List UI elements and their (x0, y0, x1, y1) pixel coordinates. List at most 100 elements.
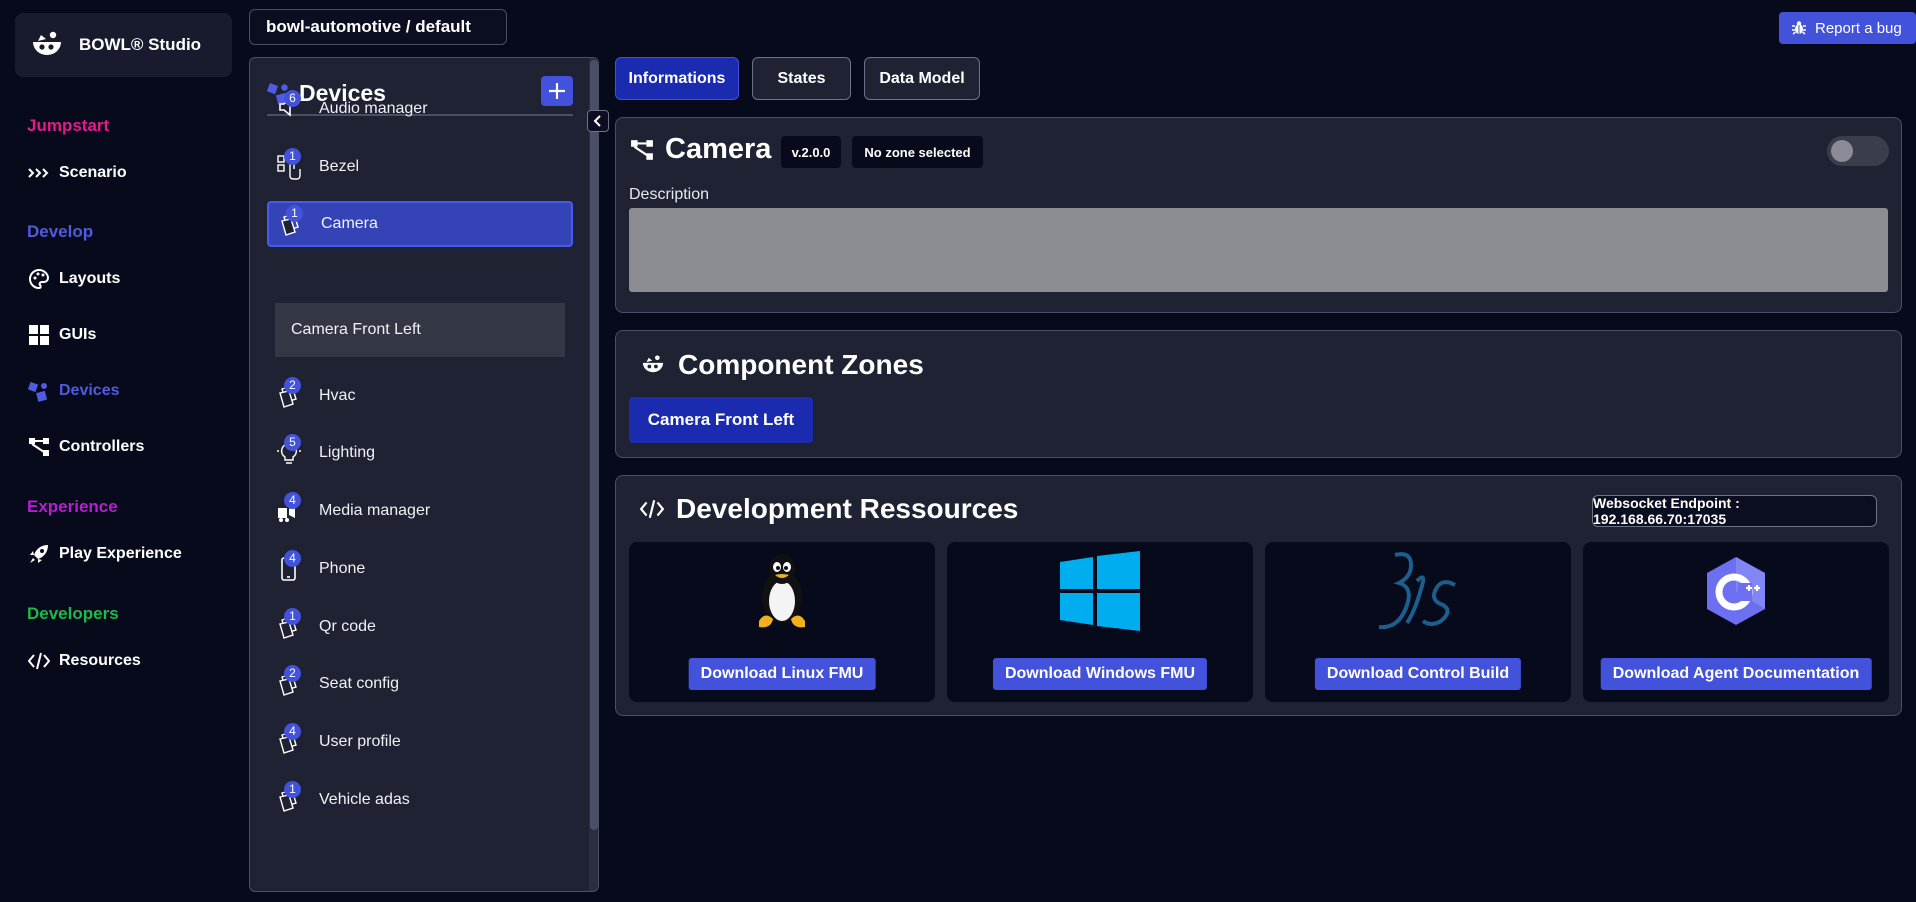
nav-item-play-experience[interactable]: Play Experience (27, 539, 182, 569)
toggle-knob (1831, 140, 1853, 162)
device-count-badge: 2 (284, 665, 301, 682)
description-field[interactable] (629, 208, 1888, 292)
nav-item-label: Layouts (59, 270, 121, 287)
device-item-camera[interactable]: 1 Camera (267, 201, 573, 247)
nav-section-developers: Developers (27, 604, 119, 623)
grid-layout-icon (27, 323, 51, 347)
development-resources-card: Development Ressources Websocket Endpoin… (615, 475, 1902, 716)
device-item-label: Qr code (319, 618, 376, 635)
nav-item-label: Play Experience (59, 545, 182, 562)
device-item-vehicle-adas[interactable]: 1 Vehicle adas (267, 777, 573, 823)
device-item-lighting[interactable]: 5 Lighting (267, 430, 573, 476)
nav-item-label: Controllers (59, 438, 145, 455)
zones-title: Component Zones (640, 349, 924, 381)
device-cards-icon: 1 (279, 205, 303, 237)
device-item-label: Bezel (319, 158, 360, 175)
resource-agent-documentation: Download Agent Documentation (1583, 542, 1889, 702)
devices-icon (27, 379, 51, 403)
device-item-bezel[interactable]: 1 Bezel (267, 144, 573, 190)
device-title: Camera (629, 133, 771, 166)
description-label: Description (629, 186, 710, 203)
device-count-badge: 4 (284, 550, 301, 567)
download-windows-fmu-button[interactable]: Download Windows FMU (992, 658, 1208, 690)
flow-nodes-icon (631, 139, 653, 160)
tab-informations[interactable]: Informations (615, 57, 739, 100)
device-count-badge: 1 (284, 781, 301, 798)
nav-item-label: Resources (59, 652, 141, 669)
device-item-label: Audio manager (319, 100, 428, 117)
download-control-build-button[interactable]: Download Control Build (1314, 658, 1522, 690)
download-agent-documentation-button[interactable]: Download Agent Documentation (1600, 658, 1872, 690)
device-item-hvac[interactable]: 2 Hvac (267, 373, 573, 419)
websocket-endpoint: Websocket Endpoint : 192.168.66.70:17035 (1592, 495, 1877, 527)
device-count-badge: 2 (284, 377, 301, 394)
nav-item-guis[interactable]: GUIs (27, 320, 96, 350)
device-item-phone[interactable]: 4 Phone (267, 546, 573, 592)
resources-title: Development Ressources (640, 493, 1018, 525)
device-item-qr-code[interactable]: 1 Qr code (267, 604, 573, 650)
rocket-icon (27, 542, 51, 566)
device-item-seat-config[interactable]: 2 Seat config (267, 661, 573, 707)
touch-panel-icon: 1 (277, 148, 301, 180)
project-selector[interactable]: bowl-automotive / default (249, 9, 507, 45)
nav-item-devices[interactable]: Devices (27, 376, 120, 406)
zone-camera-front-left-button[interactable]: Camera Front Left (629, 397, 813, 443)
nav-item-scenario[interactable]: Scenario (27, 158, 127, 188)
tab-states[interactable]: States (752, 57, 851, 100)
device-item-media-manager[interactable]: 4 Media manager (267, 488, 573, 534)
device-enable-toggle[interactable] (1827, 136, 1889, 166)
collapse-panel-button[interactable] (587, 110, 609, 132)
speaker-icon: 6 (277, 90, 301, 122)
resource-control-build: Download Control Build (1265, 542, 1571, 702)
device-item-label: Hvac (319, 387, 356, 404)
zone-status-badge: No zone selected (852, 136, 983, 168)
nav-item-layouts[interactable]: Layouts (27, 264, 120, 294)
device-item-label: Vehicle adas (319, 791, 410, 808)
scenario-arrows-icon (27, 161, 51, 185)
device-cards-icon: 4 (277, 723, 301, 755)
device-item-label: Lighting (319, 444, 376, 461)
device-item-label: Seat config (319, 675, 400, 692)
device-info-card: Camera v.2.0.0 No zone selected Descript… (615, 117, 1902, 313)
app-logo[interactable]: BOWL® Studio (15, 13, 232, 77)
resource-windows-fmu: Download Windows FMU (947, 542, 1253, 702)
linux-penguin-icon (629, 550, 935, 632)
device-item-label: Media manager (319, 502, 431, 519)
nav-item-label: GUIs (59, 326, 97, 343)
device-item-label: User profile (319, 733, 401, 750)
phone-icon: 4 (277, 550, 301, 582)
device-cards-icon: 1 (277, 781, 301, 813)
nav-section-experience: Experience (27, 497, 118, 516)
device-sub-item-camera-front-left[interactable]: Camera Front Left (275, 303, 565, 357)
nav-section-jumpstart: Jumpstart (27, 116, 110, 135)
device-cards-icon: 2 (277, 377, 301, 409)
nav-item-controllers[interactable]: Controllers (27, 432, 144, 462)
version-badge: v.2.0.0 (781, 136, 841, 168)
component-zones-card: Component Zones Camera Front Left (615, 330, 1902, 458)
tab-data-model[interactable]: Data Model (864, 57, 980, 100)
device-count-badge: 1 (286, 205, 303, 222)
download-linux-fmu-button[interactable]: Download Linux FMU (688, 658, 876, 690)
nav-section-develop: Develop (27, 222, 94, 241)
report-bug-button[interactable]: Report a bug (1779, 12, 1916, 44)
devices-panel: Devices 6Audio manager1Bezel1Camera1Demo… (249, 57, 599, 892)
bug-icon (1792, 21, 1806, 35)
scrollbar-thumb[interactable] (590, 60, 598, 830)
zones-title-text: Component Zones (678, 349, 924, 380)
report-bug-label: Report a bug (1815, 19, 1902, 37)
light-bulb-icon: 5 (277, 434, 301, 466)
code-icon (27, 649, 51, 673)
device-count-badge: 4 (284, 492, 301, 509)
cpp-logo-icon (1583, 550, 1889, 632)
flow-nodes-icon (27, 435, 51, 459)
device-item-audio-manager[interactable]: 6 Audio manager (267, 86, 573, 132)
nav-item-label: Devices (59, 382, 120, 399)
code-icon (640, 500, 664, 518)
nav-item-resources[interactable]: Resources (27, 646, 141, 676)
chevron-left-icon (593, 115, 601, 127)
side-nav: BOWL® Studio Jumpstart Scenario Develop … (0, 0, 245, 902)
device-item-user-profile[interactable]: 4 User profile (267, 719, 573, 765)
media-icon: 4 (277, 492, 301, 524)
resource-linux-fmu: Download Linux FMU (629, 542, 935, 702)
device-item-label: Phone (319, 560, 366, 577)
